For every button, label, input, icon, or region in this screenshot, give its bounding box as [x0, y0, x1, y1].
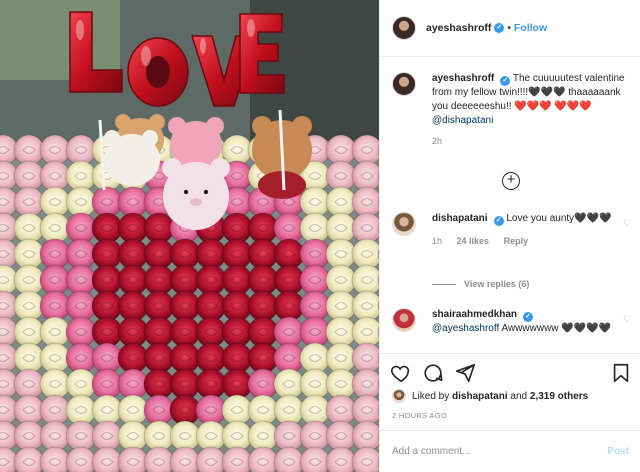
- rose: [351, 160, 379, 192]
- liker-username[interactable]: dishapatani: [452, 391, 508, 402]
- rose: [351, 264, 379, 296]
- post-photo[interactable]: [0, 0, 379, 472]
- rose: [39, 446, 71, 472]
- save-bookmark-icon[interactable]: [610, 362, 632, 384]
- post-side-panel: ayeshashroff ✓ • Follow ayeshashroff ✓ Th…: [379, 0, 640, 472]
- action-bar: [380, 353, 640, 387]
- rose: [143, 446, 175, 472]
- load-more-comments-icon[interactable]: +: [502, 172, 520, 190]
- post-comment-button[interactable]: Post: [607, 446, 629, 457]
- comments-area[interactable]: ayeshashroff ✓ The cuuuuutest valentine f…: [380, 58, 640, 350]
- rose: [351, 290, 379, 322]
- replies-line-divider: [432, 284, 456, 286]
- verified-badge-icon: ✓: [500, 76, 511, 86]
- caption: ayeshashroff ✓ The cuuuuutest valentine f…: [392, 72, 632, 146]
- rose: [351, 316, 379, 348]
- likes-summary: Liked by dishapatani and 2,319 others: [392, 389, 588, 403]
- header-separator: •: [507, 22, 511, 34]
- rose: [299, 446, 331, 472]
- comment-time[interactable]: 1h: [432, 236, 442, 246]
- rose: [351, 420, 379, 452]
- post-timestamp[interactable]: 2 HOURS AGO: [392, 411, 447, 420]
- comment-mention[interactable]: @ayeshashroff: [432, 323, 499, 334]
- likes-prefix: Liked by: [412, 390, 450, 402]
- comment-body: dishapatani ✓ Love you aunty🖤🖤🖤: [432, 212, 632, 226]
- like-heart-icon[interactable]: [390, 362, 412, 384]
- rose: [13, 446, 45, 472]
- liker-avatar[interactable]: [392, 389, 406, 403]
- reply-button[interactable]: Reply: [504, 236, 529, 246]
- comment-body: shairaahmedkhan ✓ @ayeshashroff Awwwwwww …: [432, 308, 632, 336]
- rose: [351, 186, 379, 218]
- author-avatar[interactable]: [392, 16, 416, 40]
- rose: [351, 368, 379, 400]
- rose: [351, 134, 379, 166]
- comment-item: dishapatani ✓ Love you aunty🖤🖤🖤 1h 24 lik…: [392, 212, 632, 246]
- caption-meta: 2h: [432, 136, 632, 146]
- bouquet-illustration: [0, 0, 379, 472]
- rose: [247, 446, 279, 472]
- comment-likes[interactable]: 24 likes: [457, 236, 490, 246]
- follow-button[interactable]: Follow: [514, 22, 547, 34]
- add-comment-input[interactable]: [392, 446, 608, 457]
- rose: [91, 446, 123, 472]
- likes-others[interactable]: 2,319 others: [530, 391, 588, 402]
- caption-author[interactable]: ayeshashroff: [432, 73, 494, 84]
- rose: [351, 342, 379, 374]
- caption-body: ayeshashroff ✓ The cuuuuutest valentine f…: [432, 72, 632, 128]
- rose: [351, 212, 379, 244]
- rose: [169, 446, 201, 472]
- commenter-avatar[interactable]: [392, 308, 416, 332]
- comment-text: Love you aunty🖤🖤🖤: [506, 213, 612, 224]
- rose: [65, 446, 97, 472]
- caption-avatar[interactable]: [392, 72, 416, 96]
- header-username[interactable]: ayeshashroff: [426, 22, 491, 34]
- comment-meta: 1h 24 likes Reply: [432, 236, 632, 246]
- caption-mention[interactable]: @dishapatani: [432, 115, 493, 126]
- comment-author[interactable]: shairaahmedkhan: [432, 309, 517, 320]
- comment-bubble-icon[interactable]: [422, 362, 444, 384]
- share-send-icon[interactable]: [454, 362, 476, 384]
- rose: [351, 394, 379, 426]
- rose: [273, 446, 305, 472]
- comment-item: shairaahmedkhan ✓ @ayeshashroff Awwwwwww …: [392, 308, 632, 336]
- view-replies-button[interactable]: View replies (6): [432, 279, 529, 289]
- commenter-avatar[interactable]: [392, 212, 416, 236]
- rose: [195, 446, 227, 472]
- add-comment-bar: Post: [380, 430, 640, 472]
- view-replies-label: View replies (6): [464, 279, 530, 289]
- comment-author[interactable]: dishapatani: [432, 213, 488, 224]
- like-comment-heart-icon[interactable]: ♡: [622, 218, 632, 228]
- verified-badge-icon: ✓: [493, 216, 504, 226]
- verified-badge-icon: ✓: [523, 312, 534, 322]
- likes-conj: and: [510, 390, 528, 402]
- rose: [351, 238, 379, 270]
- verified-badge-icon: ✓: [494, 23, 505, 33]
- comment-text: Awwwwwww 🖤🖤🖤🖤: [501, 323, 612, 334]
- post-header: ayeshashroff ✓ • Follow: [380, 0, 640, 57]
- rose: [117, 446, 149, 472]
- rose: [221, 446, 253, 472]
- caption-time[interactable]: 2h: [432, 136, 442, 146]
- rose: [325, 446, 357, 472]
- like-comment-heart-icon[interactable]: ♡: [622, 314, 632, 324]
